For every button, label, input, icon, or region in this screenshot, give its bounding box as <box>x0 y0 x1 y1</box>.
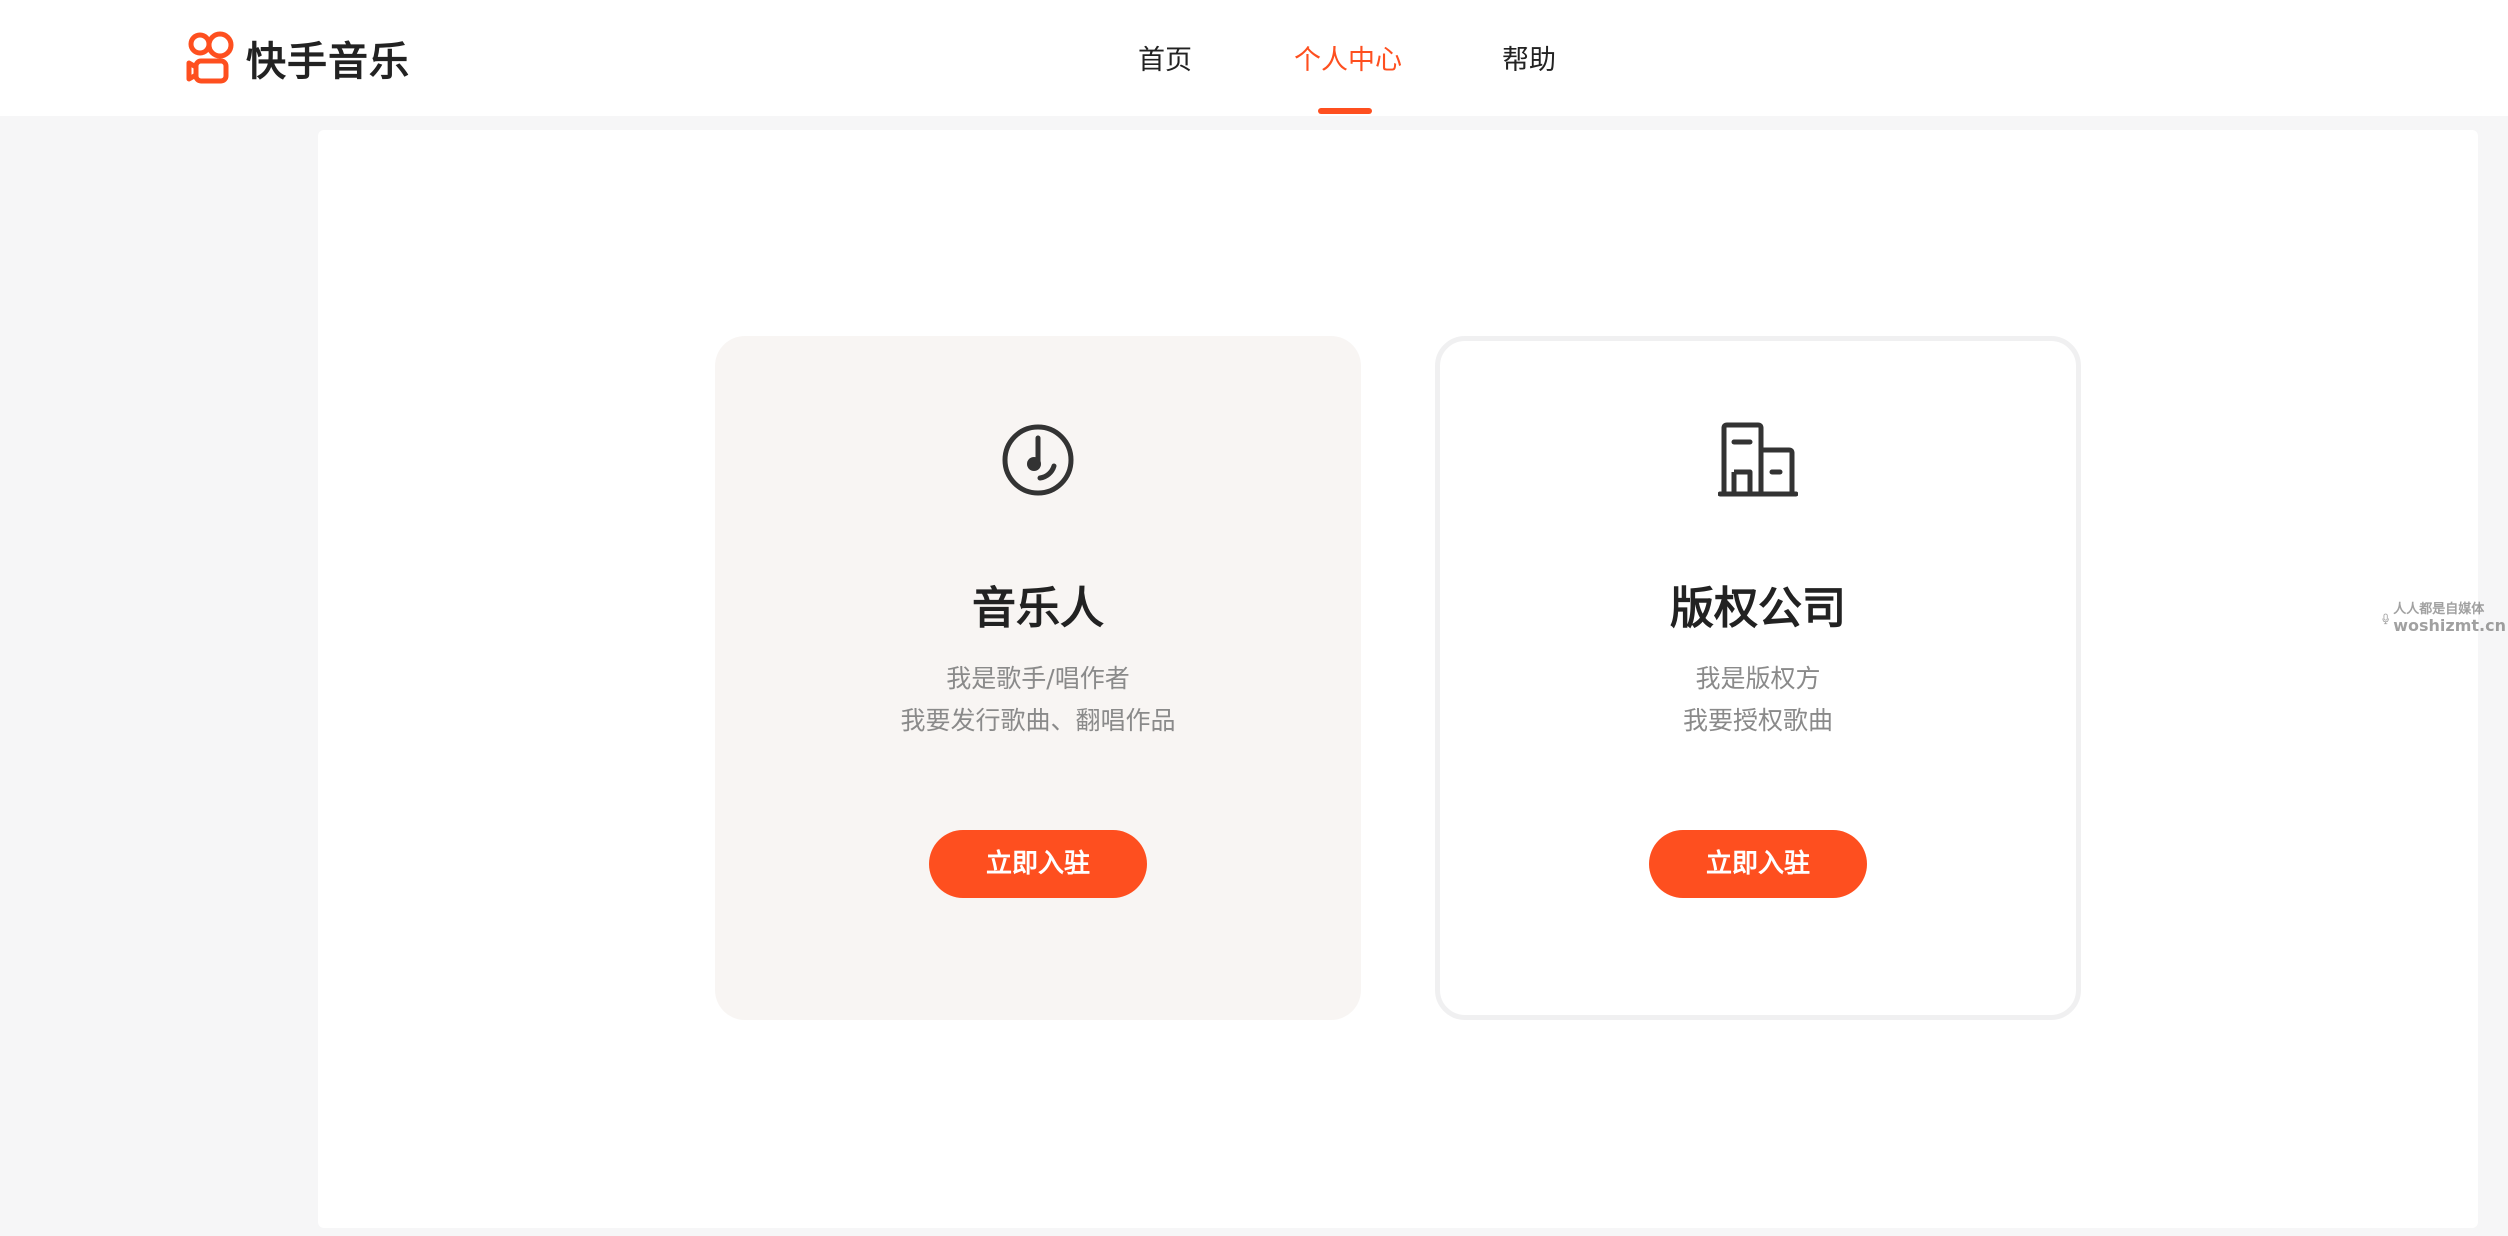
nav-help[interactable]: 帮助 <box>1502 38 1556 77</box>
main-panel <box>318 130 2478 1228</box>
copyright-desc-line2: 我要授权歌曲 <box>1682 706 1833 735</box>
musician-card: 音乐人 我是歌手/唱作者 我要发行歌曲、翻唱作品 立即入驻 <box>715 336 1361 1020</box>
copyright-join-button[interactable]: 立即入驻 <box>1649 830 1867 898</box>
watermark-line1: 人人都是自媒体 <box>2393 602 2485 618</box>
microphone-icon <box>2382 613 2389 625</box>
watermark-line2: woshizmt.cn <box>2393 616 2506 636</box>
watermark: 人人都是自媒体 woshizmt.cn <box>2382 596 2506 642</box>
kuaishou-logo-icon <box>186 31 234 84</box>
musician-join-button[interactable]: 立即入驻 <box>929 830 1147 898</box>
nav-personal-center[interactable]: 个人中心 <box>1294 38 1402 77</box>
nav-active-indicator <box>1318 108 1372 114</box>
copyright-company-card: 版权公司 我是版权方 我要授权歌曲 立即入驻 <box>1435 336 2081 1020</box>
musician-desc-line2: 我要发行歌曲、翻唱作品 <box>900 706 1176 735</box>
musician-card-description: 我是歌手/唱作者 我要发行歌曲、翻唱作品 <box>715 658 1361 742</box>
brand-logo[interactable]: 快手音乐 <box>186 30 410 86</box>
musician-card-title: 音乐人 <box>972 583 1104 634</box>
copyright-card-title: 版权公司 <box>1670 583 1846 634</box>
music-disc-icon <box>1002 424 1074 496</box>
building-icon <box>1718 422 1798 497</box>
copyright-desc-line1: 我是版权方 <box>1695 664 1821 693</box>
nav-home[interactable]: 首页 <box>1138 38 1192 77</box>
copyright-card-description: 我是版权方 我要授权歌曲 <box>1440 658 2076 742</box>
musician-desc-line1: 我是歌手/唱作者 <box>946 664 1130 693</box>
top-header: 快手音乐 首页 个人中心 帮助 <box>0 0 2508 116</box>
logo-text: 快手音乐 <box>246 39 410 85</box>
